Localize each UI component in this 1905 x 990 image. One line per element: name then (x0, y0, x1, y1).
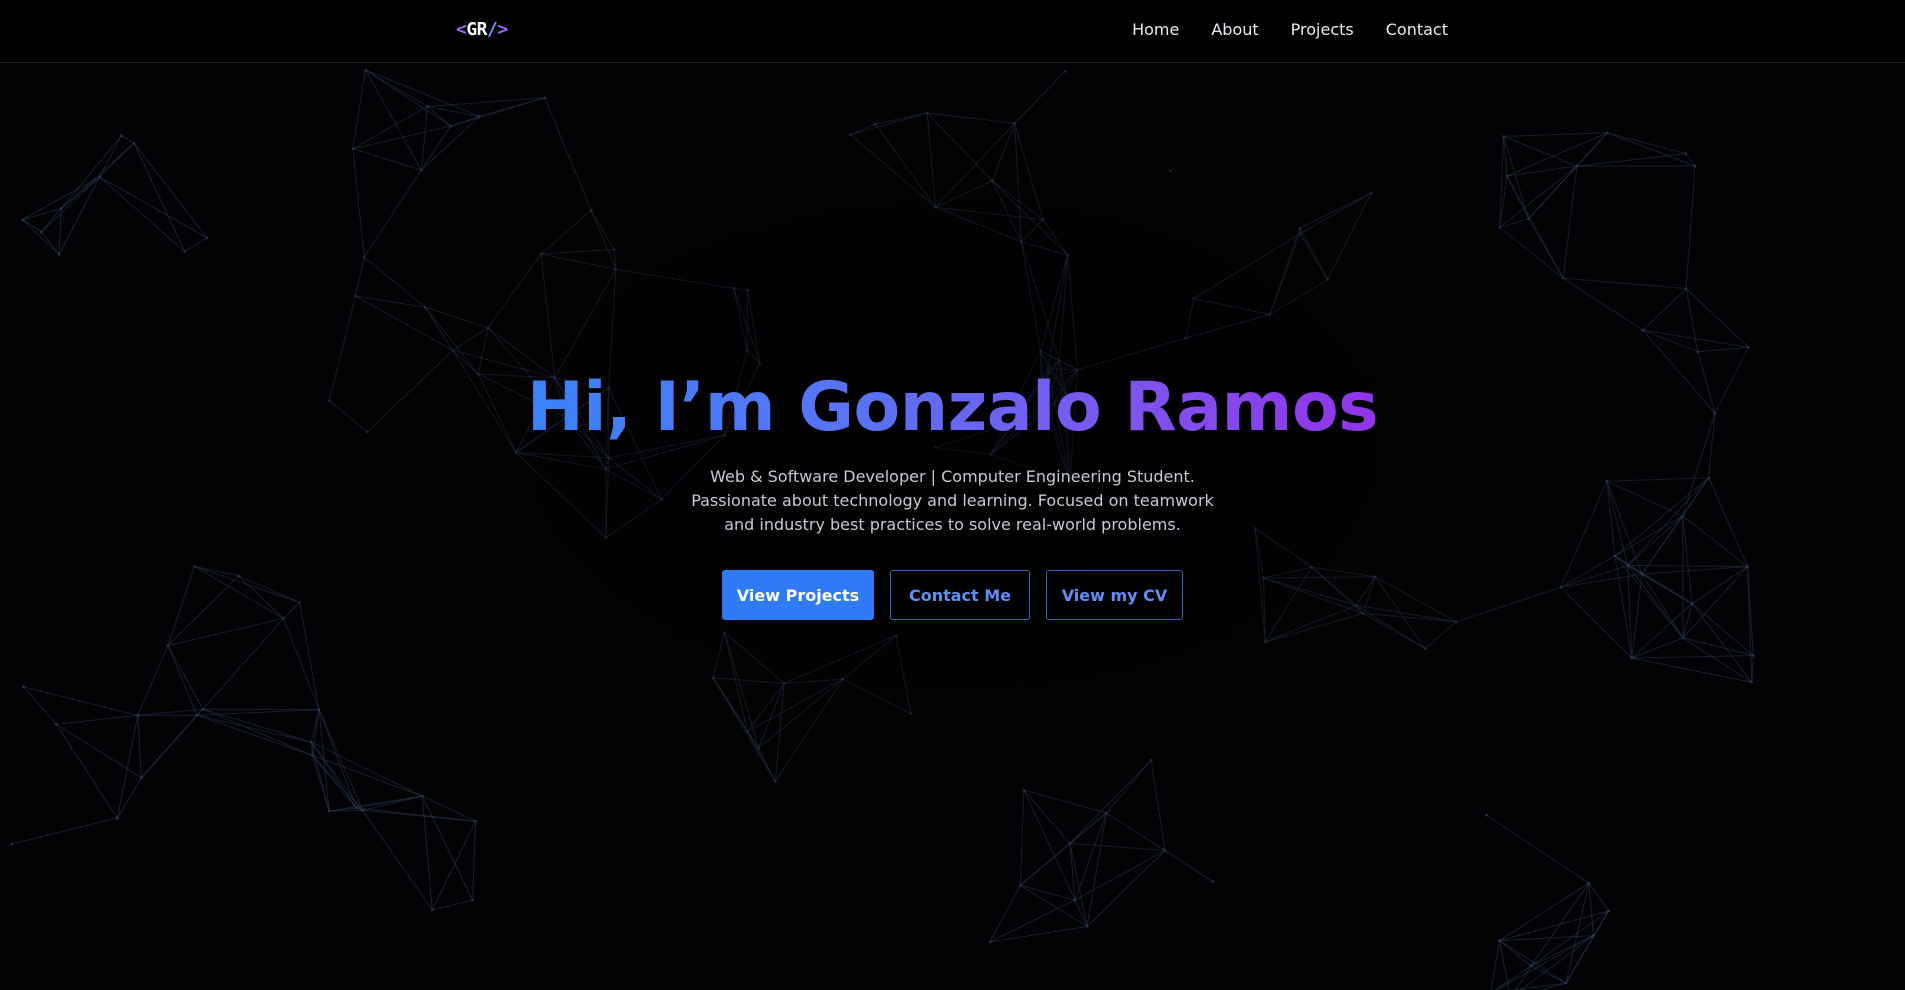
hero-subtitle-line: and industry best practices to solve rea… (724, 515, 1181, 534)
logo-bracket-close: > (497, 19, 508, 40)
hero-subtitle-line: Web & Software Developer | Computer Engi… (710, 467, 1195, 486)
nav-link-home[interactable]: Home (1132, 20, 1179, 39)
nav-link-about[interactable]: About (1211, 20, 1258, 39)
hero-subtitle: Web & Software Developer | Computer Engi… (0, 465, 1905, 537)
navbar: < GR / > Home About Projects Contact (0, 0, 1905, 63)
hero-buttons: View Projects Contact Me View my CV (722, 570, 1183, 620)
hero-title: Hi, I’m Gonzalo Ramos (0, 368, 1905, 447)
nav-link-contact[interactable]: Contact (1386, 20, 1448, 39)
hero-section: Hi, I’m Gonzalo Ramos Web & Software Dev… (0, 63, 1905, 990)
logo-slash: / (487, 19, 498, 40)
hero-title-text: Hi, I’m Gonzalo Ramos (526, 368, 1379, 447)
view-projects-button[interactable]: View Projects (722, 570, 874, 620)
logo-text: GR (466, 19, 488, 40)
nav-links: Home About Projects Contact (1132, 20, 1448, 39)
logo-bracket-open: < (456, 19, 467, 40)
hero-subtitle-line: Passionate about technology and learning… (691, 491, 1214, 510)
page: < GR / > Home About Projects Contact Hi,… (0, 0, 1905, 990)
nav-link-projects[interactable]: Projects (1291, 20, 1354, 39)
view-cv-button[interactable]: View my CV (1046, 570, 1183, 620)
site-logo[interactable]: < GR / > (456, 19, 508, 40)
contact-me-button[interactable]: Contact Me (890, 570, 1030, 620)
